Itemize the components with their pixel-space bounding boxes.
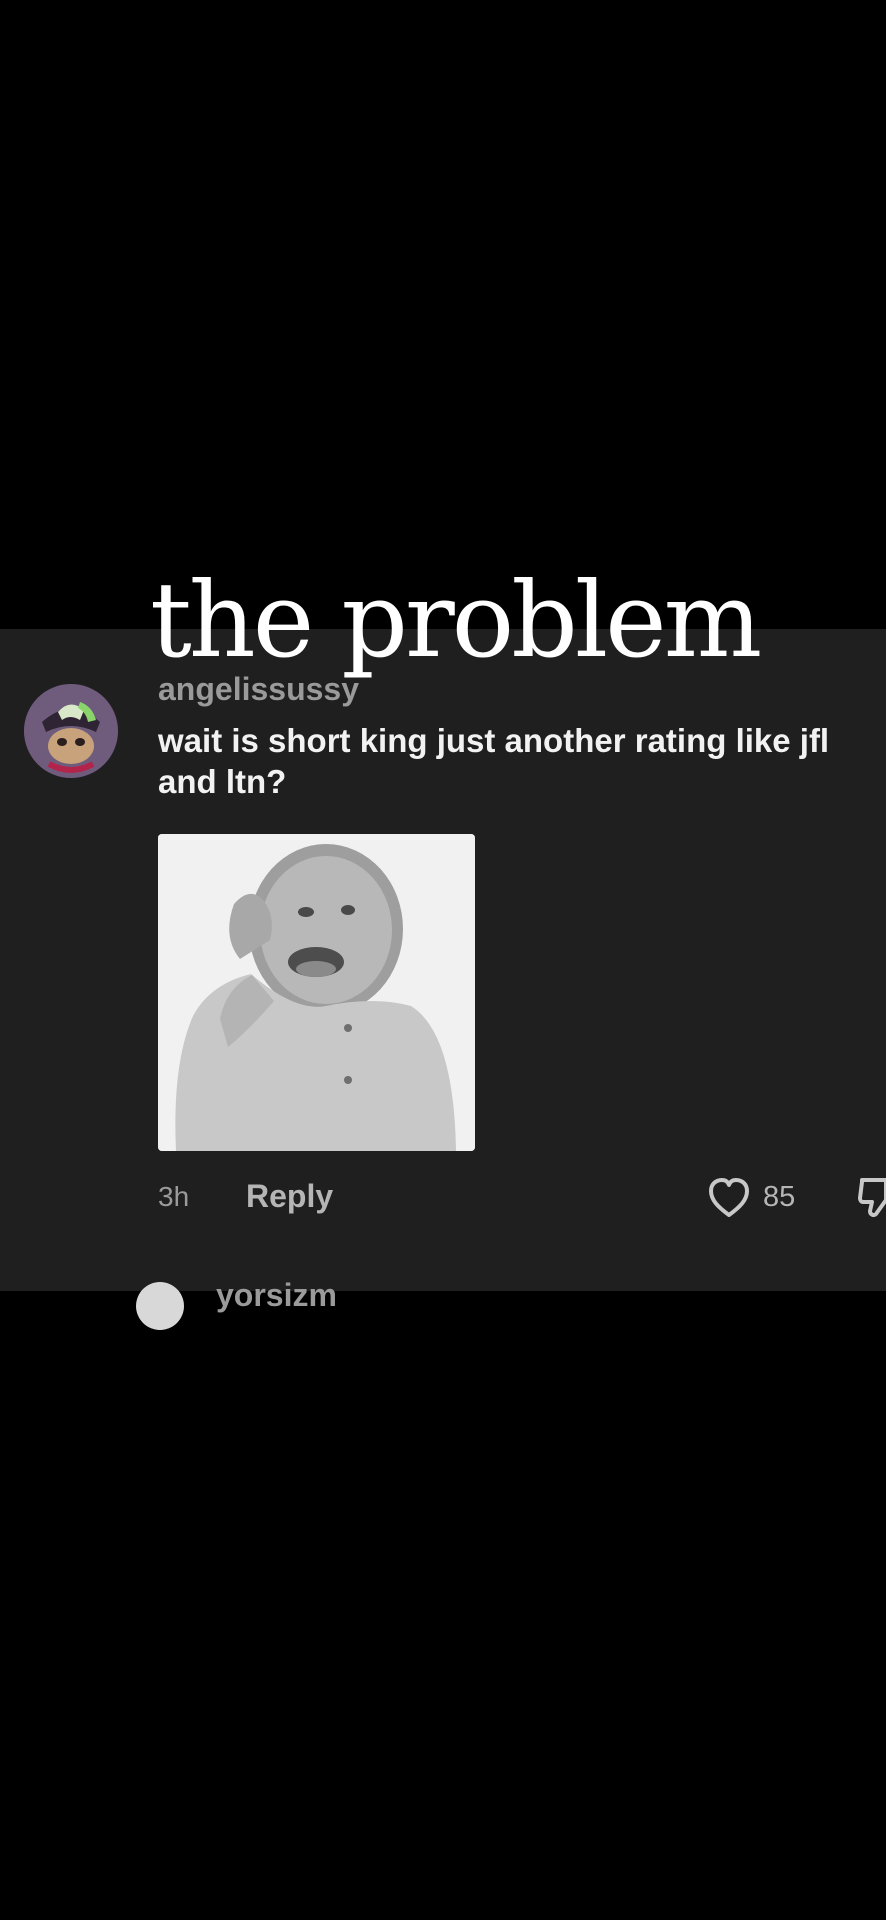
comment-time: 3h [158,1181,190,1212]
avatar[interactable] [24,684,118,778]
overlay-caption: the problem [150,559,762,681]
dislike-button[interactable] [858,1176,886,1220]
like-count: 85 [763,1181,796,1213]
comment-text: wait is short king just another rating l… [158,722,830,800]
avatar-image [24,684,118,778]
baby-laughing-image [158,834,475,1151]
heart-outline-icon [709,1178,749,1217]
next-comment-avatar[interactable] [136,1282,184,1330]
comment-media[interactable] [158,834,475,1151]
thumbs-down-icon [858,1178,886,1217]
like-button[interactable] [706,1176,752,1220]
reply-button[interactable]: Reply [246,1178,333,1215]
next-comment-username[interactable]: yorsizm [216,1277,337,1314]
